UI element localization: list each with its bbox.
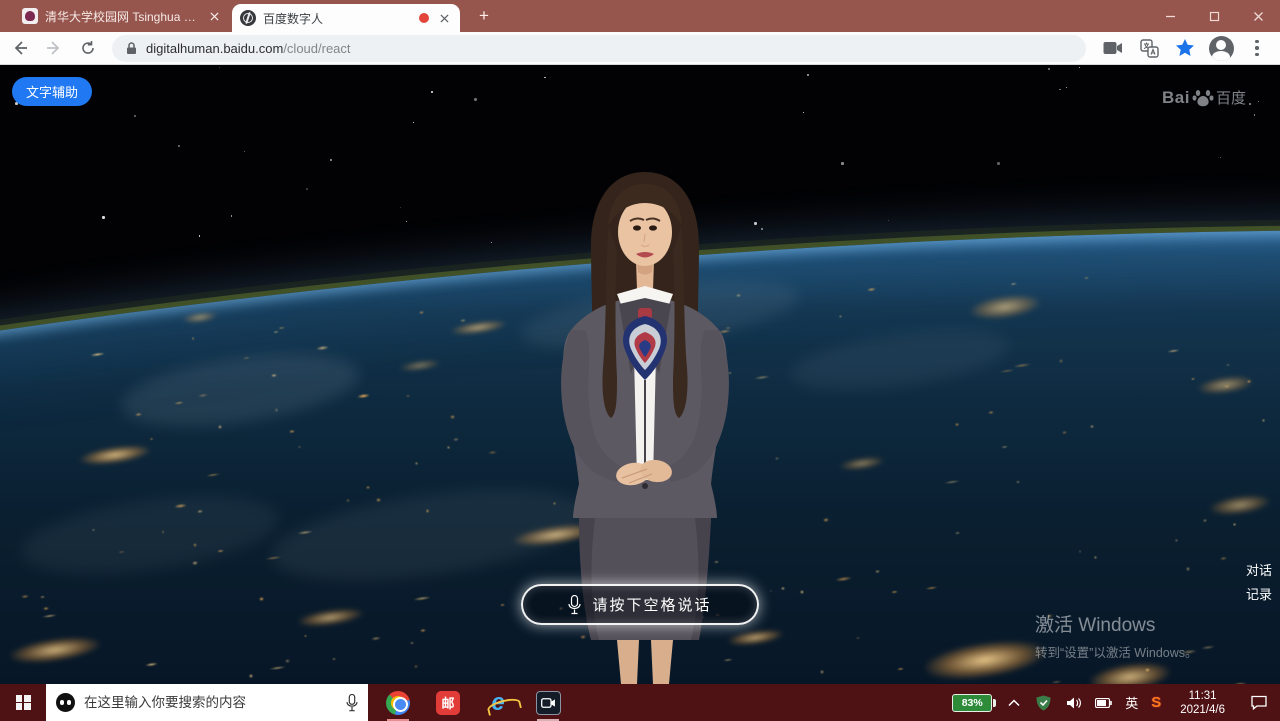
clock-time: 11:31 xyxy=(1180,689,1225,703)
tab-title: 清华大学校园网 Tsinghua Univ xyxy=(45,8,199,25)
defender-shield-icon[interactable] xyxy=(1035,694,1052,711)
windows-taskbar: 邮 e 83% xyxy=(0,684,1280,721)
url-path: /cloud/react xyxy=(283,41,350,56)
globe-favicon xyxy=(240,10,256,26)
minimize-button[interactable] xyxy=(1148,0,1192,32)
action-center-icon[interactable] xyxy=(1242,684,1276,721)
tab-title: 百度数字人 xyxy=(263,10,412,27)
windows-logo-icon xyxy=(16,695,31,710)
internet-explorer-icon: e xyxy=(491,691,504,715)
close-window-button[interactable] xyxy=(1236,0,1280,32)
start-button[interactable] xyxy=(0,684,46,721)
dialog-log-line1: 对话 xyxy=(1246,563,1272,578)
baidu-logo-cn: 百度 xyxy=(1216,87,1246,108)
sogou-input-icon[interactable]: S xyxy=(1151,694,1161,711)
dialog-log-line2: 记录 xyxy=(1246,587,1272,602)
text-assist-button[interactable]: 文字辅助 xyxy=(12,77,92,106)
ime-language-indicator[interactable]: 英 xyxy=(1125,693,1138,712)
tab-digitalhuman[interactable]: 百度数字人 xyxy=(232,4,460,32)
tab-recording-indicator-icon xyxy=(419,13,429,23)
forward-button[interactable] xyxy=(40,34,68,62)
camera-taskbar-icon[interactable] xyxy=(534,684,562,721)
bookmark-star-icon[interactable] xyxy=(1172,35,1198,61)
taskbar-search-box[interactable] xyxy=(46,684,368,721)
baidu-paw-icon xyxy=(1192,88,1214,108)
baidu-logo-latin: Bai xyxy=(1162,88,1190,108)
chrome-taskbar-icon[interactable] xyxy=(384,684,412,721)
pinned-apps: 邮 e xyxy=(384,684,562,721)
tsinghua-favicon xyxy=(22,8,38,24)
browser-toolbar: digitalhuman.baidu.com/cloud/react xyxy=(0,32,1280,65)
maximize-button[interactable] xyxy=(1192,0,1236,32)
screen-record-icon[interactable] xyxy=(1100,35,1126,61)
digital-human-page: 文字辅助 Bai 百度 请按下空格说话 对话 记录 激活 Windo xyxy=(0,65,1280,684)
system-tray: 83% 英 S 11:31 2021/4/6 xyxy=(952,684,1280,721)
chrome-icon xyxy=(386,691,410,715)
camera-icon xyxy=(536,691,561,715)
avatar-icon xyxy=(1209,36,1234,61)
browser-titlebar: 清华大学校园网 Tsinghua Univ 百度数字人 + xyxy=(0,0,1280,32)
reload-button[interactable] xyxy=(74,34,102,62)
profile-avatar[interactable] xyxy=(1208,35,1234,61)
tray-chevron-icon[interactable] xyxy=(1005,694,1022,711)
cortana-icon xyxy=(56,693,75,712)
baidu-logo: Bai 百度 xyxy=(1162,87,1246,108)
clock-date: 2021/4/6 xyxy=(1180,703,1225,717)
tab-close-icon[interactable] xyxy=(206,8,222,24)
tab-close-icon[interactable] xyxy=(436,10,452,26)
search-mic-icon[interactable] xyxy=(346,694,358,712)
battery-status-badge[interactable]: 83% xyxy=(952,694,992,712)
browser-menu-icon[interactable] xyxy=(1244,35,1270,61)
ie-taskbar-icon[interactable]: e xyxy=(484,684,512,721)
microphone-icon xyxy=(568,595,581,615)
push-to-talk-pill[interactable]: 请按下空格说话 xyxy=(521,584,759,625)
back-button[interactable] xyxy=(6,34,34,62)
window-controls xyxy=(1148,0,1280,32)
url-text: digitalhuman.baidu.com/cloud/react xyxy=(146,41,351,56)
mail-taskbar-icon[interactable]: 邮 xyxy=(434,684,462,721)
battery-tray-icon[interactable] xyxy=(1095,694,1112,711)
tab-tsinghua[interactable]: 清华大学校园网 Tsinghua Univ xyxy=(14,0,230,32)
mail-icon: 邮 xyxy=(436,691,460,715)
translate-icon[interactable] xyxy=(1136,35,1162,61)
taskbar-search-input[interactable] xyxy=(84,695,337,710)
screen: 清华大学校园网 Tsinghua Univ 百度数字人 + xyxy=(0,0,1280,721)
lock-icon xyxy=(126,42,137,55)
volume-icon[interactable] xyxy=(1065,694,1082,711)
address-bar[interactable]: digitalhuman.baidu.com/cloud/react xyxy=(112,35,1086,62)
taskbar-clock[interactable]: 11:31 2021/4/6 xyxy=(1180,689,1225,717)
new-tab-button[interactable]: + xyxy=(472,5,496,29)
url-host: digitalhuman.baidu.com xyxy=(146,41,283,56)
dialog-log-tab[interactable]: 对话 记录 xyxy=(1246,563,1272,602)
push-to-talk-label: 请按下空格说话 xyxy=(592,594,711,615)
